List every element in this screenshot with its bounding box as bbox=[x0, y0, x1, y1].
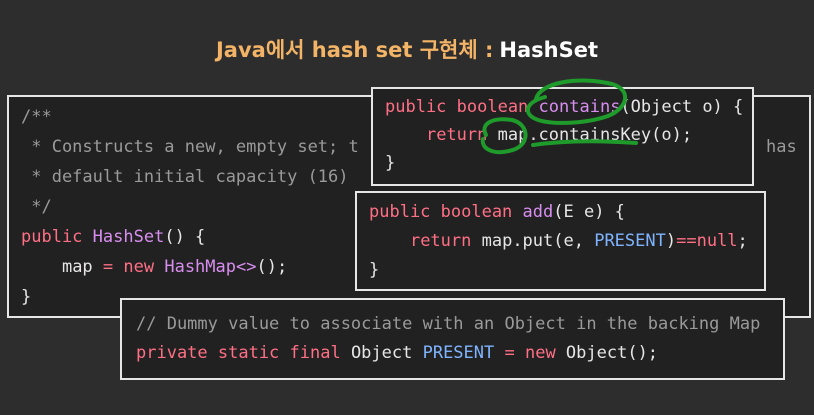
field-map: map bbox=[61, 257, 93, 277]
add-modifiers: public boolean bbox=[369, 202, 513, 222]
add-code-panel: public boolean add(E e) { return map.put… bbox=[355, 191, 766, 291]
add-code: public boolean add(E e) { return map.put… bbox=[369, 198, 748, 285]
present-constant: PRESENT bbox=[594, 231, 666, 251]
comment-line: /** bbox=[21, 107, 52, 127]
equals-operator: == bbox=[676, 231, 697, 251]
null-keyword: null bbox=[696, 231, 738, 251]
hashmap-type: HashMap<> bbox=[154, 257, 257, 277]
add-body-end: ; bbox=[737, 231, 748, 251]
add-body-prefix: map.put(e, bbox=[471, 231, 595, 251]
contains-method-name: contains bbox=[538, 97, 621, 117]
present-tail: Object(); bbox=[555, 343, 659, 363]
keyword-return: return bbox=[409, 231, 472, 251]
constructor-code: /** * Constructs a new, empty set; t * d… bbox=[21, 102, 359, 312]
present-constant: PRESENT bbox=[422, 343, 495, 363]
present-modifiers: private static final bbox=[136, 343, 341, 363]
add-body-mid: ) bbox=[665, 231, 677, 251]
keyword-public: public bbox=[21, 227, 83, 247]
add-params: (E e) { bbox=[553, 202, 625, 222]
comment-line: * default initial capacity (16) bbox=[21, 167, 349, 187]
present-code: // Dummy value to associate with an Obje… bbox=[136, 310, 760, 368]
add-method-name: add bbox=[522, 202, 554, 222]
keyword-new: new bbox=[123, 257, 155, 277]
contains-code-panel: public boolean contains(Object o) { retu… bbox=[371, 87, 754, 186]
keyword-new: new bbox=[524, 343, 556, 363]
close-brace: } bbox=[369, 260, 380, 280]
slide-title: Java에서 hash set 구현체 : HashSet bbox=[0, 34, 814, 64]
constructor-name: HashSet bbox=[92, 227, 165, 247]
contains-code: public boolean contains(Object o) { retu… bbox=[385, 93, 743, 177]
contains-body: map.containsKey(o); bbox=[487, 125, 693, 145]
contains-modifiers: public boolean bbox=[385, 97, 529, 117]
keyword-return: return bbox=[425, 125, 488, 145]
constructor-tail: () { bbox=[164, 227, 206, 247]
title-hashset: HashSet bbox=[499, 38, 599, 62]
present-code-panel: // Dummy value to associate with an Obje… bbox=[120, 298, 785, 380]
close-brace: } bbox=[21, 287, 32, 307]
close-brace: } bbox=[385, 153, 396, 173]
title-korean: Java에서 hash set 구현체 : bbox=[215, 38, 494, 62]
present-type: Object bbox=[340, 343, 423, 363]
contains-params: (Object o) { bbox=[620, 97, 744, 117]
statement-end: (); bbox=[256, 257, 288, 277]
comment-line: */ bbox=[21, 197, 52, 217]
dummy-comment: // Dummy value to associate with an Obje… bbox=[136, 314, 761, 334]
comment-overflow: has bbox=[766, 137, 797, 157]
assign-op: = bbox=[92, 257, 124, 277]
comment-line: * Constructs a new, empty set; t bbox=[21, 137, 359, 157]
assign-op: = bbox=[494, 343, 525, 363]
